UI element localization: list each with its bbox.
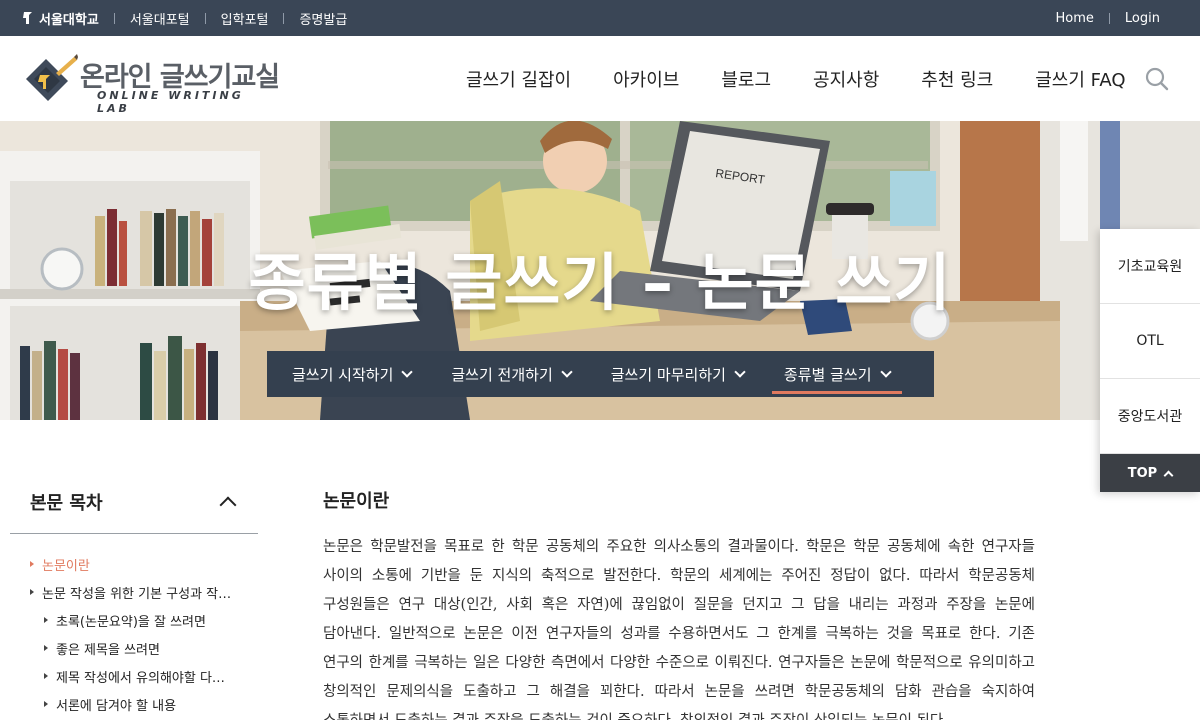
main-navigation: 글쓰기 길잡이 아카이브 블로그 공지사항 추천 링크 글쓰기 FAQ <box>445 36 1147 121</box>
nav-blog[interactable]: 블로그 <box>721 66 771 92</box>
chevron-down-icon <box>734 366 746 378</box>
divider <box>113 12 115 24</box>
toc-header[interactable]: 본문 목차 <box>10 470 258 534</box>
bullet-icon <box>44 673 48 679</box>
snu-logo-link[interactable]: 서울대학교 <box>22 9 99 28</box>
quick-link-basic-education[interactable]: 기초교육원 <box>1100 229 1200 304</box>
toc-item-abstract[interactable]: 초록(논문요약)을 잘 쓰려면 <box>10 606 258 634</box>
tab-writing-by-type[interactable]: 종류별 글쓰기 <box>771 351 902 397</box>
toc-item-label: 좋은 제목을 쓰려면 <box>56 642 160 658</box>
toc-item-basic-structure[interactable]: 논문 작성을 위한 기본 구성과 작… <box>10 578 258 606</box>
chevron-up-icon <box>1163 470 1174 480</box>
table-of-contents: 본문 목차 논문이란 논문 작성을 위한 기본 구성과 작… 초록(논문요약)을… <box>10 470 258 718</box>
toc-item-label: 서론에 담겨야 할 내용 <box>56 698 177 714</box>
tab-label: 종류별 글쓰기 <box>783 365 872 384</box>
scroll-top-button[interactable]: TOP <box>1100 454 1200 492</box>
utility-bar: 서울대학교 서울대포털 입학포털 증명발급 Home Login <box>0 0 1200 36</box>
bullet-icon <box>44 701 48 707</box>
section-body: 논문은 학문발전을 목표로 한 학문 공동체의 주요한 의사소통의 결과물이다.… <box>323 539 1035 720</box>
toc-item-label: 제목 작성에서 유의해야할 다… <box>56 670 225 686</box>
nav-faq[interactable]: 글쓰기 FAQ <box>1035 66 1125 92</box>
tab-label: 글쓰기 마무리하기 <box>610 365 726 384</box>
chevron-up-icon[interactable] <box>219 496 237 513</box>
tab-label: 글쓰기 전개하기 <box>451 365 553 384</box>
hero-banner: REPORT 종류별 글쓰기 – 논문 쓰기 글쓰기 시작하기 글쓰기 전개하기 <box>0 121 1200 420</box>
section-heading: 논문이란 <box>323 491 390 512</box>
tab-writing-start[interactable]: 글쓰기 시작하기 <box>280 351 423 397</box>
home-link[interactable]: Home <box>1056 11 1094 26</box>
tab-writing-develop[interactable]: 글쓰기 전개하기 <box>439 351 582 397</box>
snu-label: 서울대학교 <box>39 12 99 28</box>
toc-list: 논문이란 논문 작성을 위한 기본 구성과 작… 초록(논문요약)을 잘 쓰려면… <box>10 534 258 718</box>
divider <box>204 12 206 24</box>
nav-recommended-links[interactable]: 추천 링크 <box>921 66 993 92</box>
toc-item-label: 논문이란 <box>42 558 90 574</box>
article-content: 논문이란 논문은 학문발전을 목표로 한 학문 공동체의 주요한 의사소통의 결… <box>323 487 1035 720</box>
toc-title: 본문 목차 <box>30 492 103 514</box>
login-link[interactable]: Login <box>1125 11 1160 26</box>
site-header: 온라인 글쓰기교실 ONLINE WRITING LAB 글쓰기 길잡이 아카이… <box>0 36 1200 121</box>
nav-archive[interactable]: 아카이브 <box>613 66 679 92</box>
bullet-icon <box>44 645 48 651</box>
bullet-icon <box>30 589 34 595</box>
top-label: TOP <box>1127 465 1158 481</box>
toc-item-label: 초록(논문요약)을 잘 쓰려면 <box>56 614 206 630</box>
chevron-down-icon <box>879 366 892 378</box>
chevron-down-icon <box>401 366 414 378</box>
quick-link-otl[interactable]: OTL <box>1100 304 1200 379</box>
bullet-icon <box>30 561 34 567</box>
toc-item-label: 논문 작성을 위한 기본 구성과 작… <box>42 586 232 602</box>
bullet-icon <box>44 617 48 623</box>
nav-notice[interactable]: 공지사항 <box>813 66 879 92</box>
tab-label: 글쓰기 시작하기 <box>292 365 394 384</box>
category-tabs: 글쓰기 시작하기 글쓰기 전개하기 글쓰기 마무리하기 종류별 글쓰기 <box>267 351 934 397</box>
quick-links-panel: 기초교육원 OTL 중앙도서관 TOP <box>1100 229 1200 492</box>
util-link-certificate[interactable]: 증명발급 <box>299 9 347 28</box>
toc-item-what-is-paper[interactable]: 논문이란 <box>10 550 258 578</box>
util-link-admission[interactable]: 입학포털 <box>221 9 269 28</box>
brand-english-name: ONLINE WRITING LAB <box>97 89 244 115</box>
chevron-down-icon <box>561 366 573 378</box>
page-title: 종류별 글쓰기 – 논문 쓰기 <box>248 246 952 319</box>
toc-item-good-title[interactable]: 좋은 제목을 쓰려면 <box>10 634 258 662</box>
util-link-portal[interactable]: 서울대포털 <box>130 9 190 28</box>
snu-emblem-icon <box>22 10 34 26</box>
toc-item-introduction[interactable]: 서론에 담겨야 할 내용 <box>10 690 258 718</box>
divider <box>283 12 285 24</box>
tab-writing-finish[interactable]: 글쓰기 마무리하기 <box>599 351 756 397</box>
writing-lab-emblem-icon <box>26 54 78 101</box>
nav-writing-guide[interactable]: 글쓰기 길잡이 <box>466 66 571 92</box>
quick-link-library[interactable]: 중앙도서관 <box>1100 379 1200 454</box>
search-button[interactable] <box>1144 66 1170 92</box>
toc-item-title-cautions[interactable]: 제목 작성에서 유의해야할 다… <box>10 662 258 690</box>
site-logo[interactable]: 온라인 글쓰기교실 ONLINE WRITING LAB <box>20 51 280 115</box>
search-icon <box>1145 67 1169 91</box>
divider <box>1108 12 1110 24</box>
